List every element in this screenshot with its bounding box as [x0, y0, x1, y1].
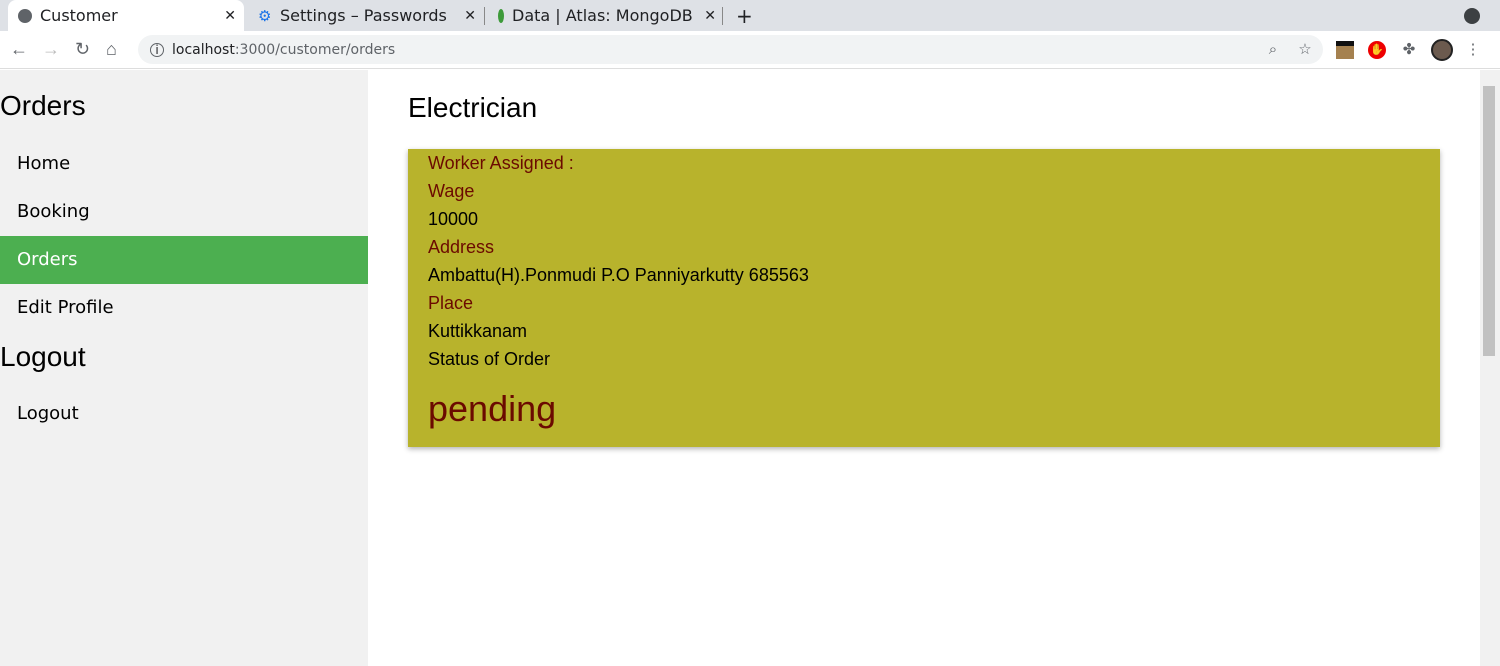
- sidebar-item-booking[interactable]: Booking: [0, 188, 368, 236]
- address-bar[interactable]: i localhost:3000/customer/orders: [138, 35, 1323, 64]
- menu-icon[interactable]: ⋮: [1464, 41, 1482, 59]
- extensions-puzzle-icon[interactable]: ✤: [1400, 41, 1418, 59]
- address-value: Ambattu(H).Ponmudi P.O Panniyarkutty 685…: [428, 265, 809, 285]
- profile-avatar[interactable]: [1431, 39, 1453, 61]
- address-label: Address: [428, 237, 495, 257]
- mongodb-leaf-icon: [498, 8, 504, 23]
- tab-title: Data | Atlas: MongoDB: [512, 6, 692, 25]
- worker-label: Worker Assigned :: [428, 153, 574, 173]
- forward-button[interactable]: →: [42, 39, 60, 60]
- wage-label: Wage: [428, 181, 475, 201]
- scrollbar[interactable]: [1480, 70, 1500, 666]
- sidebar-item-logout[interactable]: Logout: [0, 390, 368, 438]
- tab-separator: [484, 7, 485, 25]
- gear-icon: ⚙: [258, 6, 272, 25]
- sidebar: Orders Home Booking Orders Edit Profile …: [0, 70, 368, 666]
- sidebar-item-orders[interactable]: Orders: [0, 236, 368, 284]
- close-tab-icon[interactable]: ✕: [464, 8, 476, 24]
- bookmark-star-icon[interactable]: ☆: [1296, 41, 1314, 59]
- url-path: :3000/customer/orders: [234, 41, 396, 58]
- place-label: Place: [428, 293, 474, 313]
- main-content: Electrician Worker Assigned : Wage 10000…: [408, 70, 1440, 447]
- close-tab-icon[interactable]: ✕: [704, 7, 716, 24]
- globe-icon: [18, 8, 32, 23]
- wage-value: 10000: [428, 209, 479, 229]
- adblock-icon[interactable]: ✋: [1368, 41, 1386, 59]
- page-title: Electrician: [408, 92, 538, 123]
- tab-separator: [722, 7, 723, 25]
- sidebar-heading: Orders: [0, 90, 86, 121]
- back-button[interactable]: ←: [10, 39, 28, 60]
- status-label: Status of Order: [428, 349, 551, 369]
- zoom-icon[interactable]: ⌕: [1264, 41, 1282, 59]
- close-tab-icon[interactable]: ✕: [224, 8, 236, 24]
- info-icon: i: [150, 42, 164, 57]
- extension-batman-icon[interactable]: [1336, 41, 1354, 59]
- tab-title: Customer: [40, 6, 118, 25]
- tab-customer[interactable]: Customer ✕: [8, 0, 244, 31]
- home-button[interactable]: ⌂: [106, 39, 117, 60]
- reload-button[interactable]: ↻: [75, 39, 90, 60]
- tab-settings[interactable]: ⚙ Settings – Passwords ✕: [248, 0, 484, 31]
- scrollbar-thumb[interactable]: [1483, 86, 1495, 356]
- status-value: pending: [428, 388, 557, 429]
- order-card: Worker Assigned : Wage 10000 Address Amb…: [408, 149, 1440, 447]
- url-host: localhost: [172, 41, 235, 58]
- tab-search-button[interactable]: [1464, 0, 1480, 31]
- sidebar-item-home[interactable]: Home: [0, 140, 368, 188]
- tab-mongodb[interactable]: Data | Atlas: MongoDB ✕: [488, 0, 724, 31]
- tab-bar: Customer ✕ ⚙ Settings – Passwords ✕ Data…: [0, 0, 1500, 31]
- browser-toolbar: ← → ↻ ⌂ i localhost:3000/customer/orders…: [0, 31, 1500, 69]
- sidebar-item-edit-profile[interactable]: Edit Profile: [0, 284, 368, 332]
- tab-title: Settings – Passwords: [280, 6, 447, 25]
- new-tab-button[interactable]: +: [736, 0, 753, 31]
- place-value: Kuttikkanam: [428, 321, 528, 341]
